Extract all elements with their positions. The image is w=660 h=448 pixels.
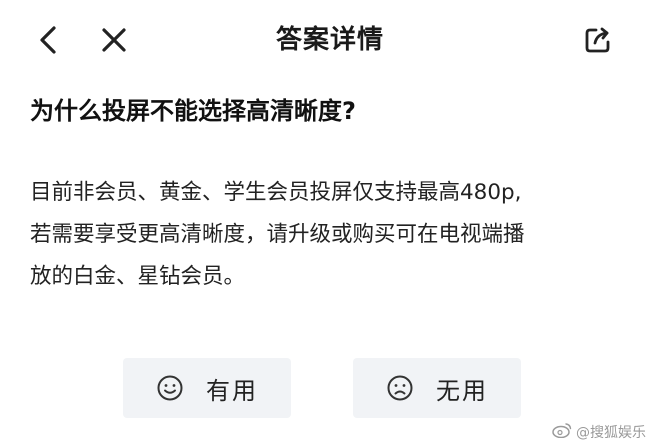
watermark: @搜狐娱乐 — [552, 422, 646, 442]
answer-line: 目前非会员、黄金、学生会员投屏仅支持最高480p, — [30, 180, 522, 205]
answer-body: 目前非会员、黄金、学生会员投屏仅支持最高480p, 若需要享受更高清晰度，请升级… — [30, 172, 630, 298]
top-nav-bar: 答案详情 — [0, 0, 660, 82]
useless-label: 无用 — [436, 376, 488, 405]
question-title: 为什么投屏不能选择高清晰度? — [30, 97, 356, 125]
page-title: 答案详情 — [275, 25, 384, 55]
weibo-icon — [552, 422, 572, 442]
frown-icon — [386, 374, 414, 402]
useless-button[interactable]: 无用 — [353, 358, 521, 418]
useful-button[interactable]: 有用 — [123, 358, 291, 418]
smile-icon — [156, 374, 184, 402]
watermark-text: @搜狐娱乐 — [576, 425, 646, 441]
useful-label: 有用 — [206, 376, 258, 405]
answer-line: 若需要享受更高清晰度，请升级或购买可在电视端播 — [30, 222, 525, 247]
share-icon[interactable] — [578, 20, 618, 60]
answer-line: 放的白金、星钻会员。 — [30, 264, 246, 289]
